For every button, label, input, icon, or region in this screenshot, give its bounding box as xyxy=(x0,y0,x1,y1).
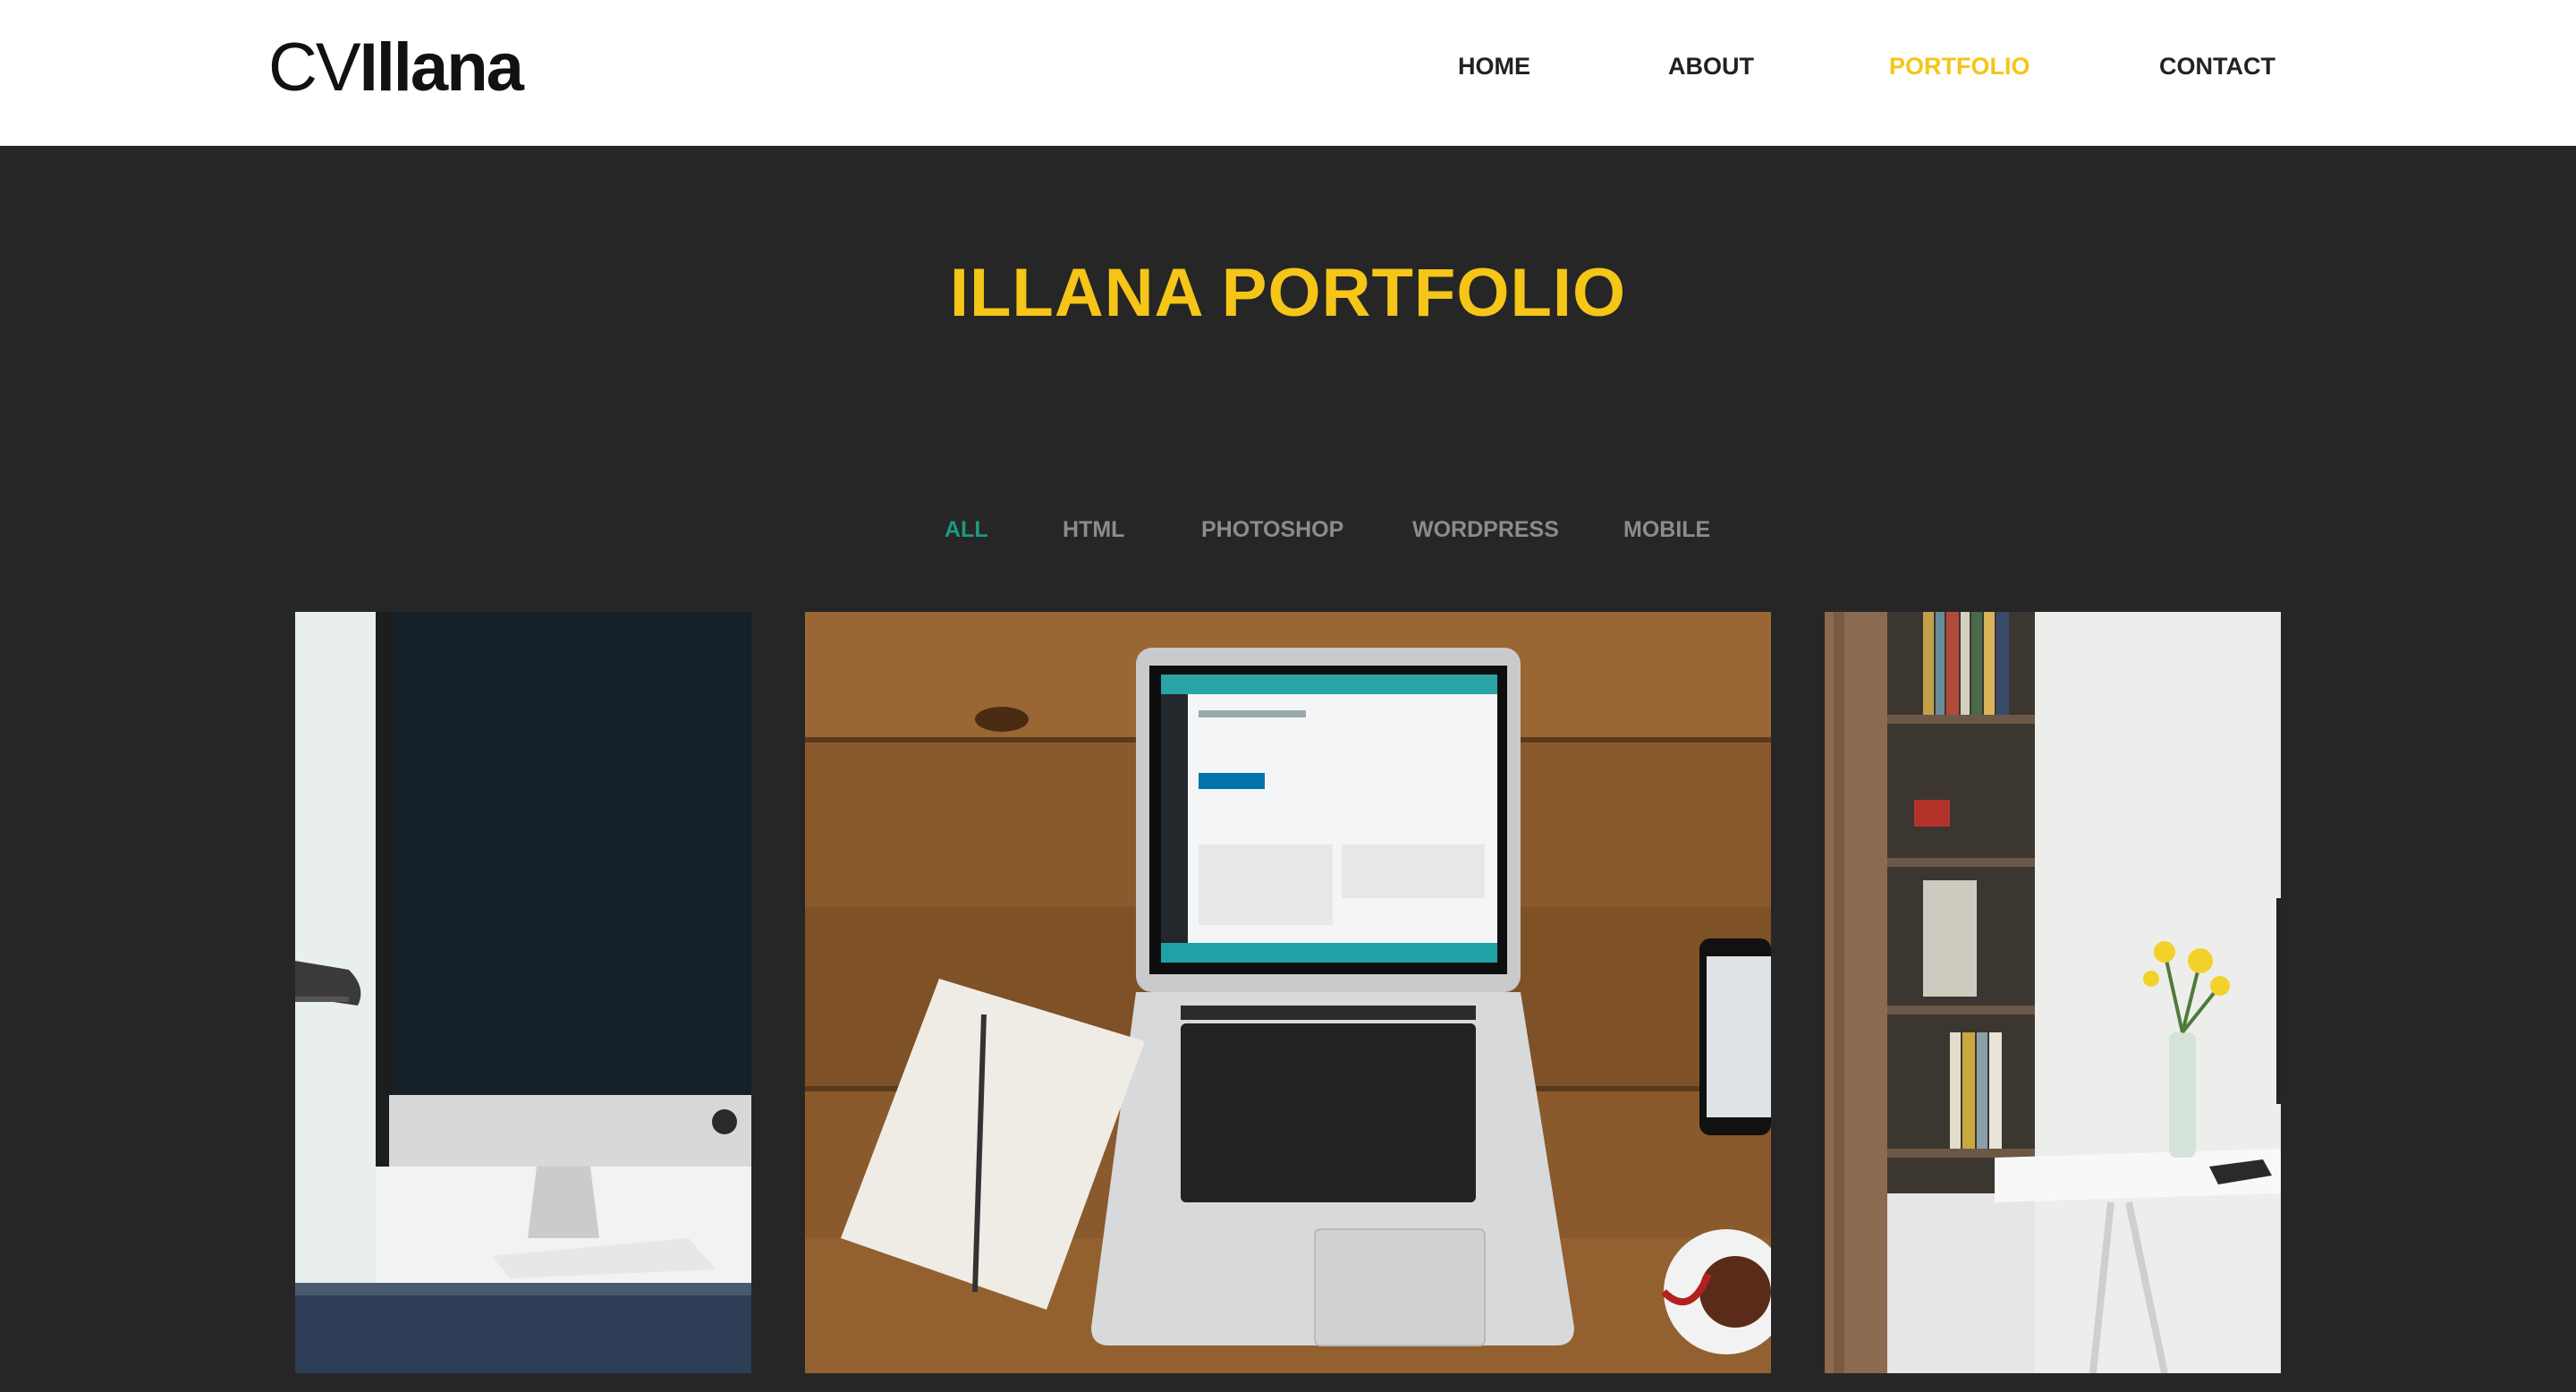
laptop-workspace-image xyxy=(805,612,1771,1373)
filter-all[interactable]: ALL xyxy=(945,514,988,546)
portfolio-item-bookshelf[interactable] xyxy=(1825,612,2281,1373)
imac-desk-image xyxy=(295,612,751,1373)
filter-wordpress[interactable]: WORDPRESS xyxy=(1412,514,1559,546)
nav-home[interactable]: HOME xyxy=(1458,50,1530,82)
portfolio-item-laptop[interactable] xyxy=(805,612,1771,1373)
nav-contact[interactable]: CONTACT xyxy=(2159,50,2275,82)
page-title: ILLANA PORTFOLIO xyxy=(949,255,1627,331)
logo-light-text: CV xyxy=(268,30,361,106)
nav-portfolio[interactable]: PORTFOLIO xyxy=(1889,50,2030,82)
filter-photoshop[interactable]: PHOTOSHOP xyxy=(1201,514,1343,546)
site-header: CVIllana HOME ABOUT PORTFOLIO CONTACT xyxy=(0,0,2576,146)
nav-about[interactable]: ABOUT xyxy=(1668,50,1754,82)
filter-mobile[interactable]: MOBILE xyxy=(1623,514,1710,546)
bookshelf-desk-image xyxy=(1825,612,2281,1373)
filter-html[interactable]: HTML xyxy=(1063,514,1124,546)
logo-bold-text: Illana xyxy=(359,30,524,106)
site-logo[interactable]: CVIllana xyxy=(268,25,524,111)
portfolio-item-imac[interactable] xyxy=(295,612,751,1373)
